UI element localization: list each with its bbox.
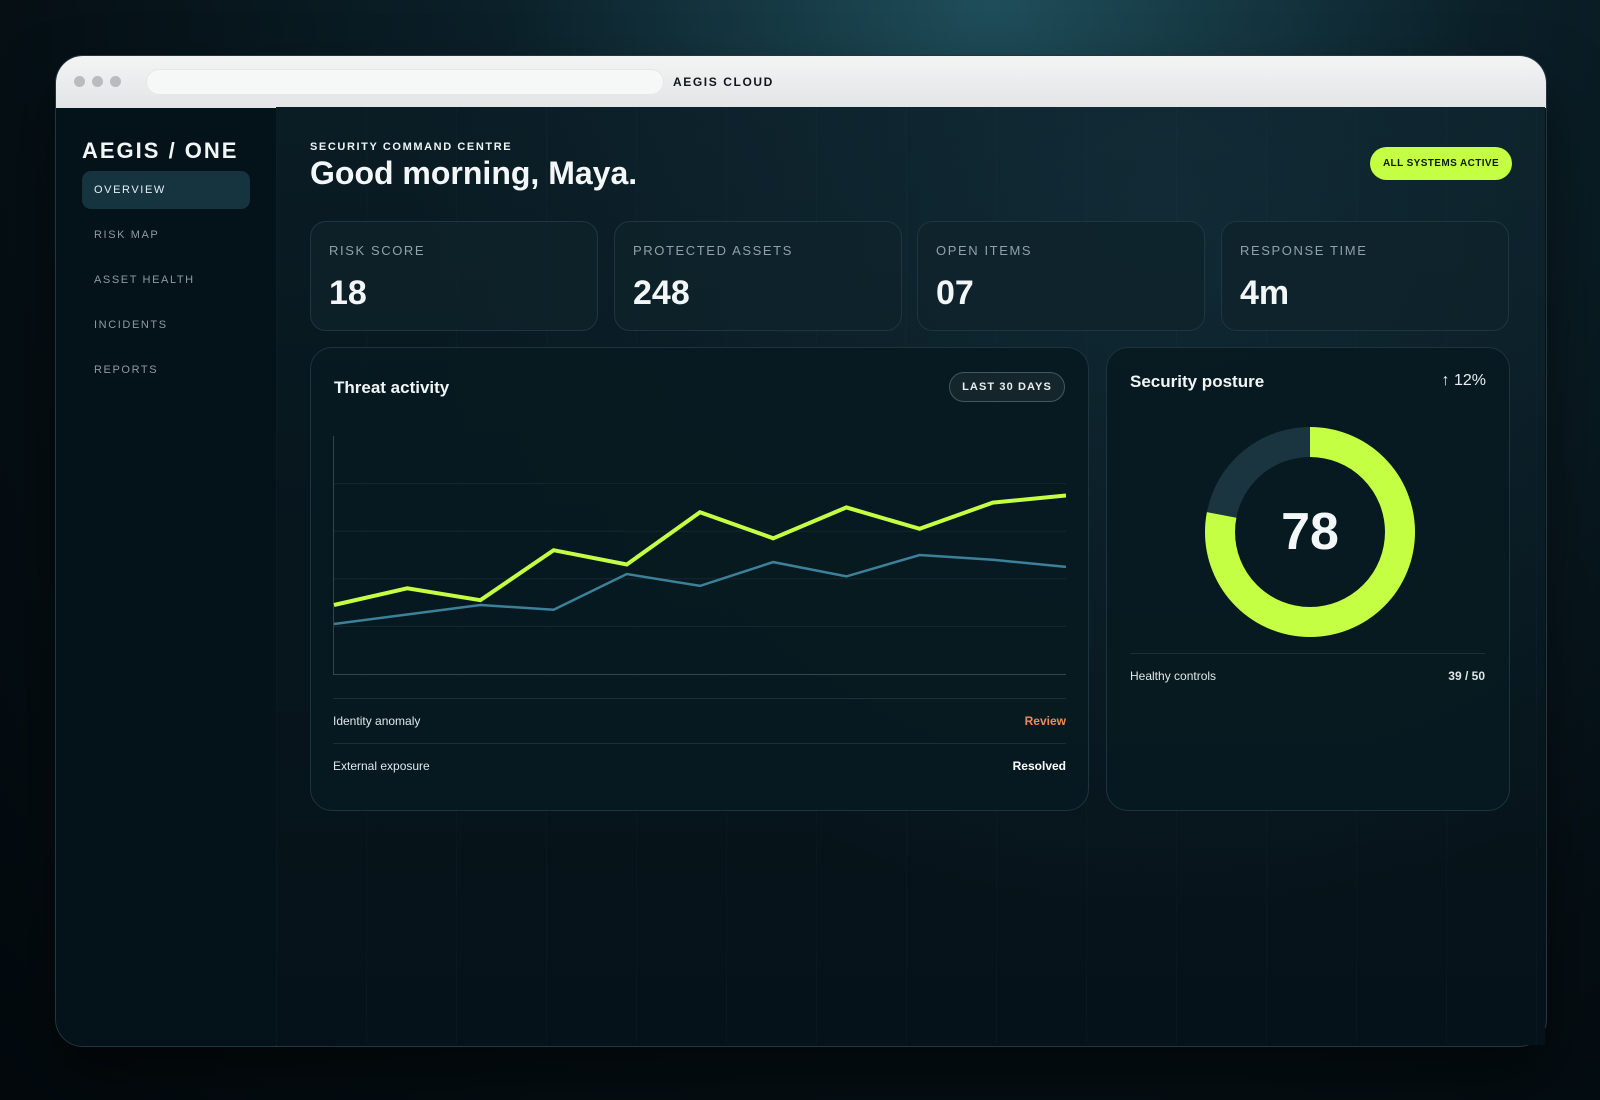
stat-card-response-time[interactable]: RESPONSE TIME 4m xyxy=(1221,221,1509,331)
stat-value: 248 xyxy=(633,274,690,312)
maximize-window-dot[interactable] xyxy=(110,76,121,87)
healthy-controls-row: Healthy controls 39 / 50 xyxy=(1130,653,1485,699)
sidebar-item-reports[interactable]: REPORTS xyxy=(82,351,250,389)
app-title: AEGIS CLOUD xyxy=(673,75,774,89)
security-posture-panel: Security posture ↑ 12% 78 Healthy contro… xyxy=(1106,347,1510,811)
address-bar[interactable] xyxy=(146,69,664,95)
stat-value: 4m xyxy=(1240,274,1290,312)
main-content: SECURITY COMMAND CENTRE Good morning, Ma… xyxy=(276,107,1545,1045)
sidebar-item-risk-map[interactable]: RISK MAP xyxy=(82,216,250,254)
stat-label: OPEN ITEMS xyxy=(936,243,1033,258)
threat-item-row[interactable]: Identity anomaly Review xyxy=(333,698,1066,744)
threat-item-name: Identity anomaly xyxy=(333,714,421,728)
threat-item-name: External exposure xyxy=(333,759,430,773)
page-title: Good morning, Maya. xyxy=(310,155,638,191)
sidebar-item-asset-health[interactable]: ASSET HEALTH xyxy=(82,261,250,299)
stat-value: 18 xyxy=(329,274,367,312)
threat-series-primary xyxy=(333,493,1066,607)
stat-label: RISK SCORE xyxy=(329,243,426,258)
sidebar: AEGIS / ONE OVERVIEW RISK MAP ASSET HEAL… xyxy=(56,108,277,1046)
posture-delta: ↑ 12% xyxy=(1441,372,1486,389)
stat-card-protected-assets[interactable]: PROTECTED ASSETS 248 xyxy=(614,221,902,331)
metric-label: Healthy controls xyxy=(1130,669,1217,683)
minimize-window-dot[interactable] xyxy=(92,76,103,87)
threat-activity-panel: Threat activity LAST 30 DAYS Identity an… xyxy=(310,347,1089,811)
browser-titlebar: AEGIS CLOUD xyxy=(56,56,1546,108)
stat-label: RESPONSE TIME xyxy=(1240,243,1368,258)
posture-panel-title: Security posture xyxy=(1130,372,1265,391)
page-eyebrow: SECURITY COMMAND CENTRE xyxy=(310,141,513,153)
threat-line-chart xyxy=(333,436,1066,675)
sidebar-item-incidents[interactable]: INCIDENTS xyxy=(82,306,250,344)
stat-value: 07 xyxy=(936,274,974,312)
status-badge: ALL SYSTEMS ACTIVE xyxy=(1370,147,1512,180)
threat-panel-title: Threat activity xyxy=(334,378,450,397)
date-range-button[interactable]: LAST 30 DAYS xyxy=(949,372,1065,402)
close-window-dot[interactable] xyxy=(74,76,85,87)
posture-score: 78 xyxy=(1281,503,1339,561)
threat-item-status[interactable]: Review xyxy=(1025,699,1066,743)
metric-value: 39 / 50 xyxy=(1448,669,1485,683)
threat-item-row[interactable]: External exposure Resolved xyxy=(333,743,1066,789)
stat-label: PROTECTED ASSETS xyxy=(633,243,793,258)
stat-card-risk-score[interactable]: RISK SCORE 18 xyxy=(310,221,598,331)
threat-series-secondary xyxy=(333,553,1066,626)
sidebar-item-overview[interactable]: OVERVIEW xyxy=(82,171,250,209)
stat-card-open-items[interactable]: OPEN ITEMS 07 xyxy=(917,221,1205,331)
brand-logo: AEGIS / ONE xyxy=(82,138,239,163)
threat-item-status[interactable]: Resolved xyxy=(1013,744,1066,788)
